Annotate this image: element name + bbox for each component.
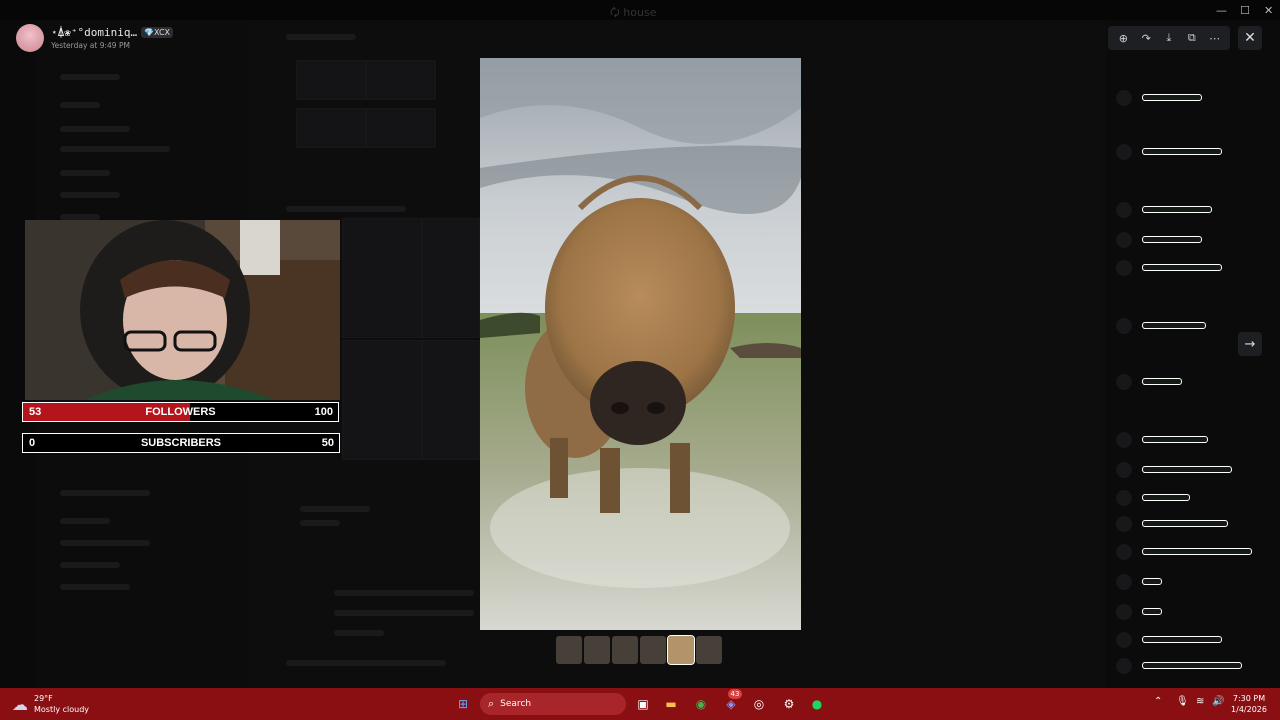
arrow-right-icon: → [1244,336,1256,352]
close-icon: ✕ [1244,30,1256,46]
maximize-button[interactable]: ☐ [1240,4,1250,17]
thumbnail[interactable] [556,636,582,664]
discord-badge: 43 [728,689,742,699]
window-close-button[interactable]: ✕ [1264,4,1273,17]
volume-icon[interactable]: 🔊 [1212,696,1224,707]
cloud-icon: ☁ [12,694,28,714]
thumbnail[interactable] [584,636,610,664]
thumbnail[interactable] [640,636,666,664]
windows-start-icon[interactable]: ⊞ [452,693,474,715]
task-view-icon[interactable]: ▣ [632,693,654,715]
webcam-feed [25,220,340,400]
highland-calf-photo[interactable] [480,58,801,630]
image-viewer-overlay: 🗘 house — ☐ ✕ ⋆⍋❀⁺°dominiq… 💎XCX Yesterd… [0,0,1280,688]
thumbnail-strip [556,635,722,665]
download-icon[interactable]: ⤓ [1161,30,1177,46]
minimize-button[interactable]: — [1216,4,1227,17]
subscribers-goal: 50 [321,437,334,449]
weather-condition: Mostly cloudy [34,705,89,714]
followers-label: FOLLOWERS [145,406,216,418]
zoom-icon[interactable]: ⊕ [1115,30,1131,46]
close-viewer-button[interactable]: ✕ [1238,26,1262,50]
taskbar: ☁ 29°F Mostly cloudy ⊞ ⌕ Search ▣ ▬ ◉ ◈ … [0,688,1280,720]
next-image-button[interactable]: → [1238,332,1262,356]
timestamp: Yesterday at 9:49 PM [51,41,130,50]
open-external-icon[interactable]: ⧉ [1184,30,1200,46]
forward-icon[interactable]: ↷ [1138,30,1154,46]
more-icon[interactable]: ⋯ [1207,30,1223,46]
chrome-icon[interactable]: ◉ [690,693,712,715]
weather-temp: 29°F [34,694,53,703]
media-author[interactable]: ⋆⍋❀⁺°dominiq… 💎XCX Yesterday at 9:49 PM [16,24,174,52]
avatar[interactable] [16,24,44,52]
search-icon: ⌕ [488,697,495,710]
steam-icon[interactable]: ⚙ [778,693,800,715]
file-explorer-icon[interactable]: ▬ [660,693,682,715]
clock[interactable]: 7:30 PM 1/4/2026 [1228,693,1270,715]
thumbnail[interactable] [612,636,638,664]
clan-tag: 💎XCX [141,27,174,38]
window-title: 🗘 house [610,6,657,19]
media-toolbar: ⊕ ↷ ⤓ ⧉ ⋯ [1108,26,1230,50]
wifi-icon[interactable]: ≋ [1196,696,1204,707]
microphone-icon[interactable]: 🎙 [1176,696,1189,707]
author-name[interactable]: ⋆⍋❀⁺°dominiq… [51,26,137,39]
clock-time: 7:30 PM [1232,694,1266,703]
thumbnail[interactable] [696,636,722,664]
clock-date: 1/4/2026 [1231,705,1267,714]
weather-widget[interactable]: ☁ 29°F Mostly cloudy [12,693,89,715]
obs-icon[interactable]: ◎ [748,693,770,715]
taskbar-search[interactable]: ⌕ Search [480,693,626,715]
thumbnail-active[interactable] [667,635,695,665]
subscribers-goal-bar: 0 SUBSCRIBERS 50 [22,433,340,453]
followers-goal: 100 [314,406,333,418]
followers-goal-bar: 53 FOLLOWERS 100 [22,402,339,422]
spotify-icon[interactable]: ● [806,693,828,715]
search-placeholder: Search [500,699,532,709]
subscribers-label: SUBSCRIBERS [140,437,222,449]
chevron-up-icon[interactable]: ⌃ [1154,696,1162,707]
